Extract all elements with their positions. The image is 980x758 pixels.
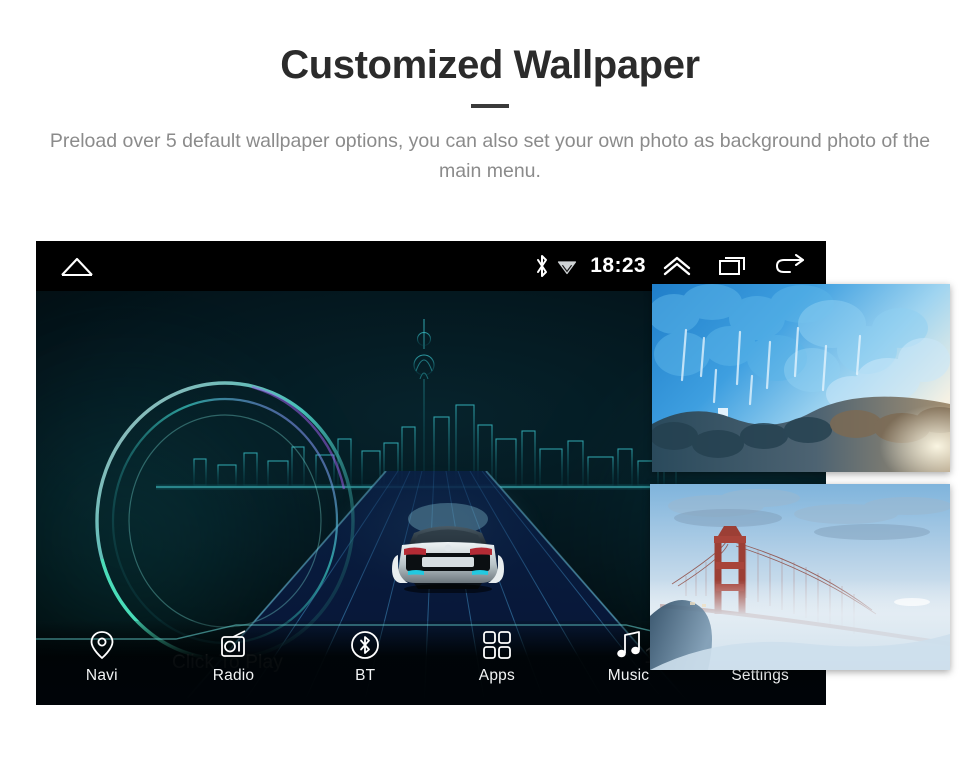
- location-pin-icon: [86, 629, 118, 661]
- dock-item-bt[interactable]: BT: [299, 629, 431, 685]
- page-subtitle: Preload over 5 default wallpaper options…: [49, 130, 931, 182]
- status-bar-clock: 18:23: [590, 254, 646, 277]
- bluetooth-icon: [532, 253, 552, 279]
- radio-icon: [218, 629, 250, 661]
- page-header: Customized Wallpaper Preload over 5 defa…: [0, 0, 980, 186]
- dock-label-apps: Apps: [478, 667, 515, 684]
- chevron-up-icon[interactable]: [658, 253, 696, 279]
- home-icon[interactable]: [60, 254, 94, 278]
- music-note-icon: [613, 629, 645, 661]
- dock-item-apps[interactable]: Apps: [431, 629, 563, 685]
- golden-gate-bridge-wallpaper[interactable]: [650, 484, 950, 670]
- car-graphic: [384, 497, 512, 594]
- dock-label-music: Music: [607, 667, 650, 684]
- apps-grid-icon: [481, 629, 513, 661]
- title-divider: [471, 104, 509, 108]
- dock-label-radio: Radio: [212, 667, 255, 684]
- recent-apps-icon[interactable]: [716, 253, 750, 279]
- bluetooth-icon: [349, 629, 381, 661]
- back-arrow-icon[interactable]: [774, 253, 808, 279]
- dock-item-navi[interactable]: Navi: [36, 629, 168, 685]
- dock-label-navi: Navi: [85, 667, 118, 684]
- dock-item-radio[interactable]: Radio: [168, 629, 300, 685]
- wifi-icon: [556, 255, 578, 277]
- dock-label-bt: BT: [355, 667, 376, 684]
- page-title: Customized Wallpaper: [280, 43, 700, 87]
- ice-cave-wallpaper[interactable]: [652, 284, 950, 472]
